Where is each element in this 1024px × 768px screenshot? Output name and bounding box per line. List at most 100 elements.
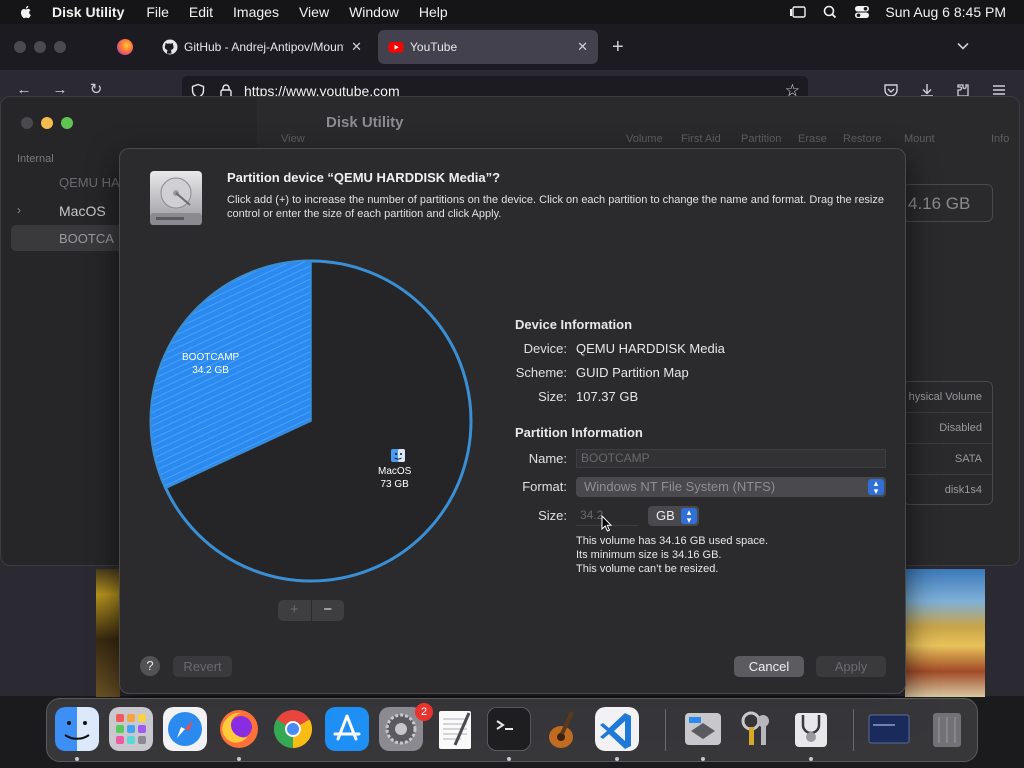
trash-icon[interactable] bbox=[925, 707, 969, 751]
firefox-icon[interactable] bbox=[217, 707, 261, 751]
app-name-menu[interactable]: Disk Utility bbox=[52, 4, 124, 20]
volume-capacity: 4.16 GB bbox=[903, 184, 993, 222]
toolbar-partition[interactable]: Partition bbox=[741, 133, 781, 145]
add-partition-button[interactable]: + bbox=[278, 600, 311, 621]
zoom-window-button[interactable] bbox=[54, 41, 66, 53]
sidebar-item-macos[interactable]: MacOS bbox=[59, 203, 106, 219]
toolbar-info[interactable]: Info bbox=[991, 133, 1009, 145]
device-value: QEMU HARDDISK Media bbox=[576, 341, 725, 356]
running-indicator bbox=[507, 757, 511, 761]
tab-youtube[interactable]: YouTube ✕ bbox=[378, 30, 598, 64]
garageband-icon[interactable] bbox=[541, 707, 585, 751]
app-store-icon[interactable] bbox=[325, 707, 369, 751]
vscode-icon[interactable] bbox=[595, 707, 639, 751]
device-info-heading: Device Information bbox=[515, 317, 633, 332]
bootcamp-name: BOOTCAMP bbox=[182, 352, 240, 363]
running-indicator bbox=[75, 757, 79, 761]
tab-youtube-label: YouTube bbox=[410, 40, 458, 54]
new-tab-button[interactable]: + bbox=[612, 36, 624, 59]
toolbar-erase[interactable]: Erase bbox=[798, 133, 827, 145]
toolbar-view[interactable]: View bbox=[281, 133, 305, 145]
dock: 2 bbox=[46, 698, 978, 762]
minimize-window-button[interactable] bbox=[34, 41, 46, 53]
sidebar-item-qemu-disk[interactable]: QEMU HA bbox=[59, 175, 120, 190]
finder-icon bbox=[391, 449, 405, 462]
used-space-note: This volume has 34.16 GB used space. bbox=[576, 535, 768, 547]
minimize-window-button[interactable] bbox=[41, 117, 53, 129]
menu-edit[interactable]: Edit bbox=[189, 4, 213, 20]
video-thumbnail[interactable] bbox=[905, 569, 985, 697]
size-label: Size: bbox=[538, 508, 567, 523]
terminal-icon[interactable] bbox=[487, 707, 531, 751]
safari-icon[interactable] bbox=[163, 707, 207, 751]
menu-images[interactable]: Images bbox=[233, 4, 279, 20]
disclosure-chevron-icon[interactable]: › bbox=[17, 203, 21, 217]
divider bbox=[904, 443, 992, 444]
cancel-button[interactable]: Cancel bbox=[734, 656, 804, 677]
finder-icon[interactable] bbox=[55, 707, 99, 751]
keychain-access-icon[interactable] bbox=[735, 707, 779, 751]
scheme-label: Scheme: bbox=[515, 365, 567, 380]
device-label: Device: bbox=[523, 341, 567, 356]
textedit-icon[interactable] bbox=[433, 707, 477, 751]
firefox-view-icon[interactable] bbox=[117, 39, 133, 55]
format-label: Format: bbox=[522, 479, 567, 494]
tab-github[interactable]: GitHub - Andrej-Antipov/Mountl ✕ bbox=[152, 30, 372, 64]
close-tab-icon[interactable]: ✕ bbox=[351, 39, 362, 55]
apply-button[interactable]: Apply bbox=[816, 656, 886, 677]
sidebar-section-internal: Internal bbox=[17, 153, 54, 165]
partition-pie-chart[interactable] bbox=[146, 256, 476, 586]
apple-icon[interactable] bbox=[18, 4, 34, 20]
menu-window[interactable]: Window bbox=[349, 4, 399, 20]
video-thumbnail[interactable] bbox=[96, 569, 120, 697]
boot-camp-assistant-icon[interactable] bbox=[681, 707, 725, 751]
tab-bar: GitHub - Andrej-Antipov/Mountl ✕ YouTube… bbox=[0, 24, 1024, 70]
window-title: Disk Utility bbox=[326, 114, 404, 131]
zoom-window-button[interactable] bbox=[61, 117, 73, 129]
remove-partition-button[interactable]: − bbox=[310, 600, 345, 621]
close-window-button[interactable] bbox=[14, 41, 26, 53]
chevron-down-icon[interactable] bbox=[956, 39, 970, 53]
format-select[interactable]: Windows NT File System (NTFS) ▴ ▾ bbox=[576, 477, 886, 497]
hard-disk-icon bbox=[150, 171, 202, 225]
control-center-icon[interactable] bbox=[853, 5, 871, 19]
spotlight-search-icon[interactable] bbox=[821, 5, 839, 19]
select-arrows-icon: ▴ ▾ bbox=[681, 508, 697, 525]
menu-file[interactable]: File bbox=[146, 4, 169, 20]
launchpad-icon[interactable] bbox=[109, 707, 153, 751]
menu-help[interactable]: Help bbox=[419, 4, 448, 20]
disk-utility-icon[interactable] bbox=[789, 707, 833, 751]
size-note: This volume has 34.16 GB used space. Its… bbox=[576, 534, 768, 576]
notification-badge: 2 bbox=[415, 703, 433, 721]
revert-button[interactable]: Revert bbox=[173, 656, 232, 677]
add-remove-partition-control: + − bbox=[278, 600, 344, 621]
stage-manager-icon[interactable] bbox=[789, 5, 807, 19]
minimized-window-icon[interactable] bbox=[867, 707, 911, 751]
format-value: Windows NT File System (NTFS) bbox=[584, 479, 776, 494]
select-arrows-icon: ▴ ▾ bbox=[868, 479, 884, 496]
dock-separator bbox=[665, 709, 666, 751]
size-unit-select[interactable]: GB ▴ ▾ bbox=[648, 506, 699, 526]
toolbar-mount[interactable]: Mount bbox=[904, 133, 935, 145]
divider bbox=[904, 474, 992, 475]
info-device: disk1s4 bbox=[944, 484, 982, 496]
toolbar-first-aid[interactable]: First Aid bbox=[681, 133, 721, 145]
menu-view[interactable]: View bbox=[299, 4, 329, 20]
sheet-description: Click add (+) to increase the number of … bbox=[227, 194, 884, 220]
toolbar-volume[interactable]: Volume bbox=[626, 133, 663, 145]
close-window-button[interactable] bbox=[21, 117, 33, 129]
partition-name-field[interactable]: BOOTCAMP bbox=[576, 449, 886, 468]
dock-separator bbox=[853, 709, 854, 751]
chrome-icon[interactable] bbox=[271, 707, 315, 751]
github-icon bbox=[162, 39, 178, 55]
close-tab-icon[interactable]: ✕ bbox=[577, 39, 588, 55]
info-connection: SATA bbox=[954, 453, 982, 465]
help-button[interactable]: ? bbox=[140, 656, 160, 676]
running-indicator bbox=[701, 757, 705, 761]
macos-size: 73 GB bbox=[380, 479, 409, 490]
youtube-icon bbox=[388, 42, 404, 53]
running-indicator bbox=[615, 757, 619, 761]
menubar-clock[interactable]: Sun Aug 6 8:45 PM bbox=[885, 4, 1006, 20]
mouse-pointer-icon bbox=[601, 515, 613, 532]
toolbar-restore[interactable]: Restore bbox=[843, 133, 882, 145]
